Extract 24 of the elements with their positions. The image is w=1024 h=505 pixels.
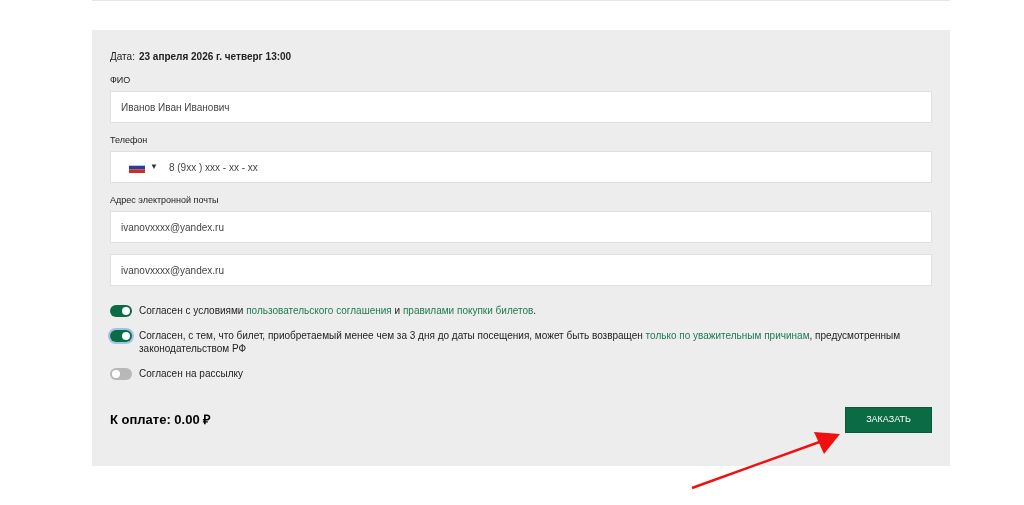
phone-value: 8 (9xx ) xxx - xx - xx (168, 160, 258, 175)
field-label: Телефон (110, 134, 149, 145)
date-label: Дата: (110, 50, 135, 63)
field-label: ФИО (110, 74, 132, 85)
field-value: ivanovxxxx@yandex.ru (121, 220, 224, 235)
consent-link[interactable]: пользовательского соглашения (246, 305, 392, 316)
field-value: ivanovxxxx@yandex.ru (121, 263, 224, 278)
input-field[interactable]: ivanovxxxx@yandex.ru (110, 254, 932, 286)
toggle-switch[interactable] (110, 305, 132, 317)
toggle-switch[interactable] (110, 368, 132, 380)
russia-flag-icon[interactable] (129, 161, 145, 173)
date-value: 23 апреля 2026 г. четверг 13:00 (138, 50, 292, 63)
consent-text: Согласен на рассылку (139, 367, 243, 380)
field-label: Адрес электронной почты (110, 194, 220, 205)
field-value: Иванов Иван Иванович (121, 100, 230, 115)
order-button[interactable]: ЗАКАЗАТЬ (845, 407, 932, 433)
total-amount: К оплате: 0.00 ₽ (110, 411, 212, 430)
input-field[interactable]: Иванов Иван Иванович (110, 91, 932, 123)
caret-icon[interactable]: ▼ (150, 161, 158, 173)
input-field[interactable]: ▼ 8 (9xx ) xxx - xx - xx (110, 151, 932, 183)
input-field[interactable]: ivanovxxxx@yandex.ru (110, 211, 932, 243)
consent-text: Согласен с условиями пользовательского соглашения и правилами покупки билетов. (139, 304, 537, 317)
consent-text: Согласен, с тем, что билет, приобретаемый менее чем за 3 дня до даты посещения, может быть возвращен только по уважительным причинам, предусмотренным законодательством РФ (139, 329, 902, 355)
consent-link[interactable]: только по уважительным причинам (645, 330, 810, 341)
